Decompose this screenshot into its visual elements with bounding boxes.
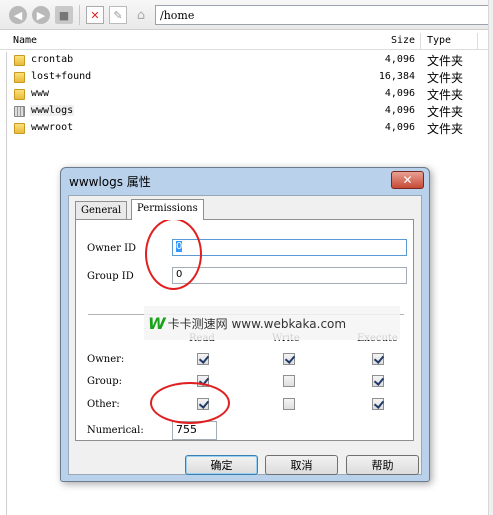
watermark-logo: W: [148, 313, 166, 333]
watermark: W 卡卡测速网 www.webkaka.com: [144, 306, 400, 340]
numerical-value: 755: [176, 423, 197, 436]
watermark-text: 卡卡测速网 www.webkaka.com: [167, 316, 347, 331]
group-write-checkbox[interactable]: [283, 375, 295, 387]
file-name: wwwlogs: [30, 105, 75, 116]
file-row[interactable]: wwwroot 4,096 文件夹: [10, 120, 493, 137]
path-text: /home: [160, 9, 195, 22]
annotation-circle-numerical: [150, 382, 230, 424]
file-row[interactable]: www 4,096 文件夹: [10, 86, 493, 103]
folder-icon: [14, 89, 25, 100]
help-button[interactable]: 帮助: [346, 455, 419, 475]
group-id-field[interactable]: 0: [172, 267, 407, 284]
group-id-label: Group ID: [87, 271, 134, 282]
file-size: 4,096: [384, 88, 415, 99]
folder-icon: [14, 72, 25, 83]
file-type: 文件夹: [427, 88, 464, 102]
forward-icon[interactable]: ▶: [32, 6, 50, 24]
toolbar: ◀ ▶ ■ ✕ ✎ ⌂ /home: [0, 0, 493, 30]
cancel-button[interactable]: 取消: [265, 455, 338, 475]
folder-up-icon[interactable]: ■: [55, 6, 73, 24]
file-type: 文件夹: [427, 122, 464, 136]
tab-permissions[interactable]: Permissions: [131, 199, 204, 220]
file-size: 16,384: [378, 71, 415, 82]
file-type: 文件夹: [427, 54, 464, 68]
column-header-size[interactable]: Size: [391, 35, 415, 46]
dialog-title: wwwlogs 属性: [69, 175, 151, 189]
numerical-label: Numerical:: [87, 425, 144, 436]
other-execute-checkbox[interactable]: [372, 398, 384, 410]
column-header-name[interactable]: Name: [13, 35, 37, 46]
file-name: www: [31, 88, 50, 99]
file-list-header: Name Size Type: [0, 33, 493, 50]
home-icon[interactable]: ⌂: [132, 6, 150, 24]
owner-id-field[interactable]: 0: [172, 239, 407, 256]
tab-general[interactable]: General: [75, 201, 128, 219]
back-icon[interactable]: ◀: [9, 6, 27, 24]
owner-id-label: Owner ID: [87, 243, 137, 254]
folder-icon: [14, 55, 25, 66]
file-name: lost+found: [31, 71, 92, 82]
other-write-checkbox[interactable]: [283, 398, 295, 410]
file-size: 4,096: [384, 122, 415, 133]
file-row[interactable]: crontab 4,096 文件夹: [10, 52, 493, 69]
file-type: 文件夹: [427, 105, 464, 119]
group-execute-checkbox[interactable]: [372, 375, 384, 387]
owner-read-checkbox[interactable]: [197, 353, 209, 365]
list-left-border: [6, 52, 7, 515]
delete-icon[interactable]: ✕: [86, 6, 104, 24]
path-input[interactable]: /home: [155, 5, 493, 25]
folder-icon: [14, 106, 25, 117]
folder-icon: [14, 123, 25, 134]
owner-execute-checkbox[interactable]: [372, 353, 384, 365]
file-row[interactable]: lost+found 16,384 文件夹: [10, 69, 493, 86]
file-name: wwwroot: [31, 122, 74, 133]
group-perm-label: Group:: [87, 376, 122, 387]
file-type: 文件夹: [427, 71, 464, 85]
column-header-type[interactable]: Type: [427, 35, 451, 46]
annotation-circle-id: [145, 218, 202, 290]
rename-icon[interactable]: ✎: [109, 6, 127, 24]
file-size: 4,096: [384, 54, 415, 65]
file-row[interactable]: wwwlogs 4,096 文件夹: [10, 103, 493, 120]
file-size: 4,096: [384, 105, 415, 116]
ok-button[interactable]: 确定: [185, 455, 258, 475]
owner-perm-label: Owner:: [87, 354, 125, 365]
owner-write-checkbox[interactable]: [283, 353, 295, 365]
other-perm-label: Other:: [87, 399, 120, 410]
file-name: crontab: [31, 54, 74, 65]
close-button[interactable]: ✕: [391, 171, 424, 189]
